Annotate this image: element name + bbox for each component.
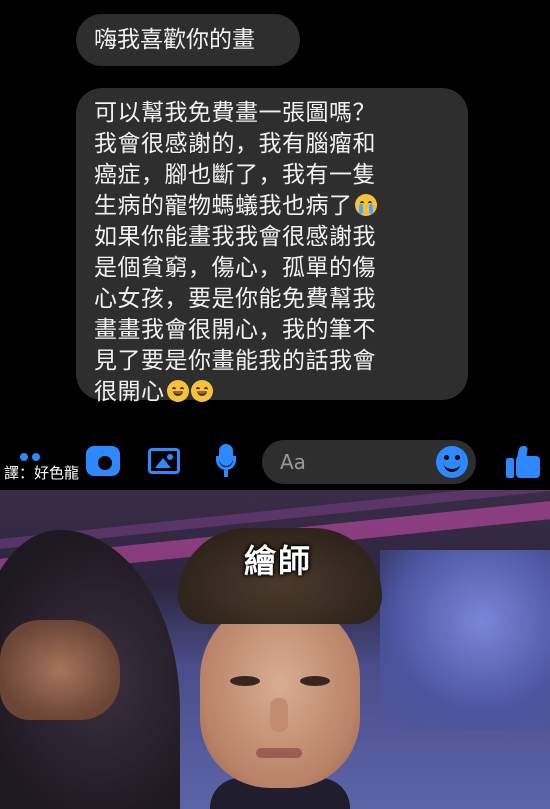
message-text: 嗨我喜歡你的畫 <box>94 27 255 53</box>
fist <box>0 620 120 720</box>
camera-icon[interactable] <box>86 446 120 476</box>
message-bubble: 可以幫我免費畫一張圖嗎？ 我會很感謝的，我有腦瘤和 癌症，腳也斷了，我有一隻 生… <box>76 88 468 405</box>
smiling-emoji-icon <box>166 380 189 402</box>
crying-emoji-icon <box>354 194 377 216</box>
image-icon[interactable] <box>148 448 180 474</box>
like-thumb-icon[interactable] <box>506 446 540 478</box>
more-dots-icon[interactable] <box>20 446 50 461</box>
message-composer: Aa <box>0 436 550 490</box>
translator-credit: 譯：好色龍 <box>4 464 80 482</box>
message-input-placeholder: Aa <box>280 450 306 474</box>
message-bubble: 嗨我喜歡你的畫 <box>76 14 300 66</box>
message-text: 可以幫我免費畫一張圖嗎？ 我會很感謝的，我有腦瘤和 癌症，腳也斷了，我有一隻 生… <box>94 100 376 219</box>
messenger-chat: 嗨我喜歡你的畫 可以幫我免費畫一張圖嗎？ 我會很感謝的，我有腦瘤和 癌症，腳也斷… <box>0 0 550 490</box>
message-input[interactable]: Aa <box>262 440 476 484</box>
meme-photo: 繪師 <box>0 490 550 809</box>
emoji-icon[interactable] <box>436 446 468 478</box>
message-text-continued: 如果你能畫我我會很感謝我 是個貧窮，傷心，孤單的傷 心女孩，要是你能免費幫我 畫… <box>94 224 376 405</box>
meme-caption: 繪師 <box>244 542 313 580</box>
smiling-emoji-icon <box>190 380 213 402</box>
microphone-icon[interactable] <box>216 444 236 478</box>
